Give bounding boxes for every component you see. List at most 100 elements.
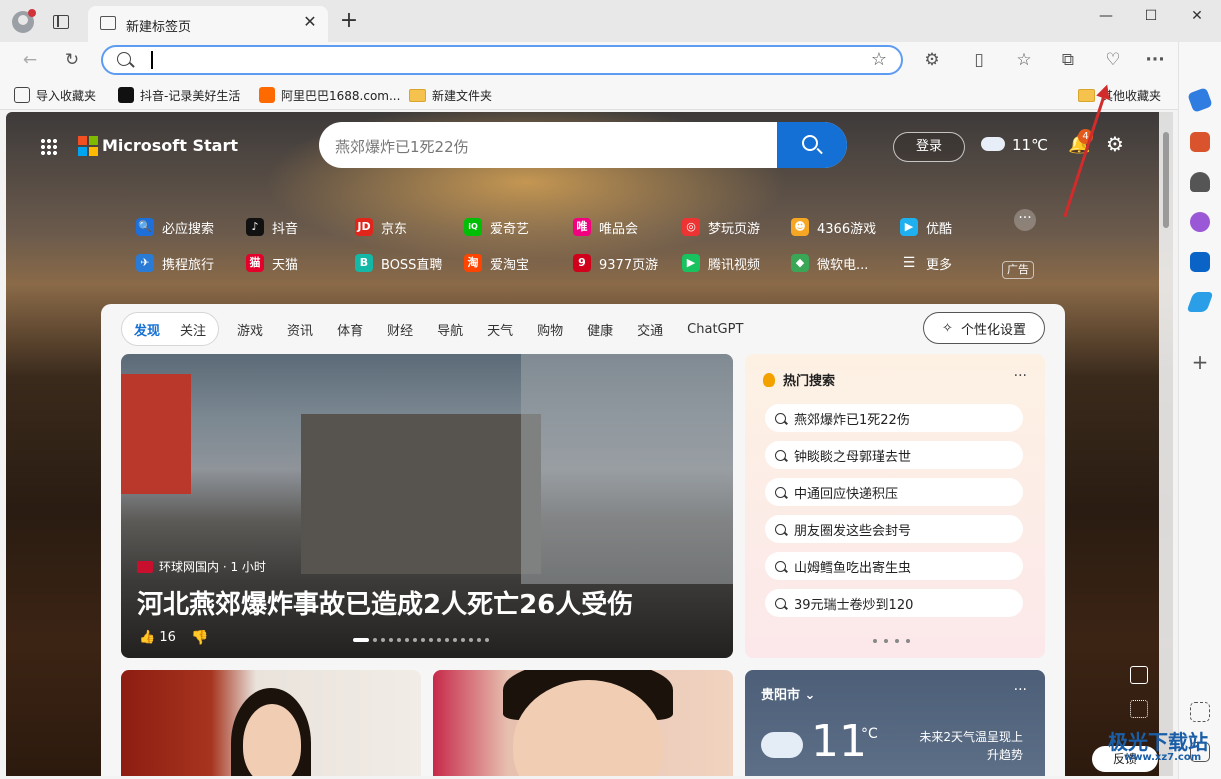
quicklinks-more-button[interactable]: ··· <box>1014 209 1036 231</box>
dislike-button[interactable]: 👎 <box>191 630 208 646</box>
quicklink-4366[interactable]: ☻ 4366游戏 <box>791 216 876 238</box>
carousel-dot[interactable] <box>437 638 441 642</box>
extensions-icon[interactable]: ⚙ <box>920 48 944 72</box>
carousel-dot[interactable] <box>461 638 465 642</box>
bookmark-douyin[interactable]: 抖音-记录美好生活 <box>118 86 240 104</box>
quicklink-jd[interactable]: JD 京东 <box>355 216 407 238</box>
send-icon[interactable] <box>1186 292 1214 312</box>
tab-discover[interactable]: 发现 <box>134 320 160 339</box>
quicklink-iqiyi[interactable]: iQ 爱奇艺 <box>464 216 529 238</box>
hero-news-card[interactable]: 环球网国内 · 1 小时 河北燕郊爆炸事故已造成2人死亡26人受伤 👍 16 👎 <box>121 354 733 658</box>
carousel-dot[interactable] <box>353 638 369 642</box>
collections-icon[interactable]: ⧉ <box>1056 48 1080 72</box>
add-icon[interactable]: + <box>1190 352 1210 372</box>
tab-close-icon[interactable]: ✕ <box>300 12 320 32</box>
carousel-dot[interactable] <box>405 638 409 642</box>
quicklink-mengwan[interactable]: ◎ 梦玩页游 <box>682 216 760 238</box>
search-button[interactable] <box>777 122 847 168</box>
quicklink-tencent-video[interactable]: ▶ 腾讯视频 <box>682 252 760 274</box>
bookmark-alibaba[interactable]: 阿里巴巴1688.com... <box>259 86 400 104</box>
quicklink-microsoft-pc[interactable]: ◆ 微软电... <box>791 252 868 274</box>
quicklink-9377[interactable]: 9 9377页游 <box>573 252 658 274</box>
new-tab-button[interactable]: + <box>338 10 360 33</box>
hot-search-item[interactable]: 39元瑞士卷炒到120 <box>765 589 1023 617</box>
hot-search-more-button[interactable]: ··· <box>1014 368 1027 384</box>
carousel-dot[interactable] <box>485 638 489 642</box>
brand-title[interactable]: Microsoft Start <box>102 136 238 155</box>
wallpaper-icon[interactable] <box>1130 666 1148 684</box>
carousel-dot[interactable] <box>477 638 481 642</box>
quicklink-youku[interactable]: ▶ 优酷 <box>900 216 952 238</box>
carousel-dot[interactable] <box>381 638 385 642</box>
maximize-button[interactable]: ☐ <box>1136 6 1166 26</box>
tab-games[interactable]: 游戏 <box>237 320 263 339</box>
web-search-box[interactable]: 燕郊爆炸已1死22伤 <box>319 122 847 168</box>
tab-chatgpt[interactable]: ChatGPT <box>687 322 743 337</box>
tag-icon[interactable] <box>1187 87 1213 113</box>
tab-shopping[interactable]: 购物 <box>537 320 563 339</box>
carousel-dot[interactable] <box>429 638 433 642</box>
hot-search-item[interactable]: 山姆鳕鱼吃出寄生虫 <box>765 552 1023 580</box>
bookmark-import[interactable]: 导入收藏夹 <box>14 86 96 104</box>
tab-actions-icon[interactable] <box>53 15 69 29</box>
split-screen-icon[interactable]: ▯ <box>967 48 991 72</box>
news-card[interactable] <box>121 670 421 776</box>
quicklink-bing[interactable]: 🔍 必应搜索 <box>136 216 214 238</box>
hot-search-pager[interactable] <box>873 639 910 643</box>
news-card[interactable] <box>433 670 733 776</box>
screenshot-icon[interactable] <box>1190 702 1210 722</box>
carousel-dot[interactable] <box>421 638 425 642</box>
bookmark-other-favorites[interactable]: 其他收藏夹 <box>1078 86 1161 104</box>
like-button[interactable]: 👍 16 <box>139 630 176 645</box>
quicklink-tmall[interactable]: 猫 天猫 <box>246 252 298 274</box>
search-suggestion[interactable]: 燕郊爆炸已1死22伤 <box>335 136 469 157</box>
favorite-star-icon[interactable]: ☆ <box>871 49 887 70</box>
page-scrollbar[interactable] <box>1159 112 1173 776</box>
hero-headline[interactable]: 河北燕郊爆炸事故已造成2人死亡26人受伤 <box>137 584 633 621</box>
personalize-button[interactable]: ✧ 个性化设置 <box>923 312 1045 344</box>
tab-new[interactable]: 新建标签页 ✕ <box>88 6 328 42</box>
carousel-dot[interactable] <box>413 638 417 642</box>
hot-search-item[interactable]: 钟睒睒之母郭瑾去世 <box>765 441 1023 469</box>
quicklink-vip[interactable]: 唯 唯品会 <box>573 216 638 238</box>
refresh-button[interactable]: ↻ <box>60 48 84 72</box>
tab-finance[interactable]: 财经 <box>387 320 413 339</box>
browser-essentials-icon[interactable]: ♡ <box>1101 48 1125 72</box>
outlook-icon[interactable] <box>1190 252 1210 272</box>
games-icon[interactable] <box>1190 172 1210 192</box>
tab-navigation[interactable]: 导航 <box>437 320 463 339</box>
tab-news[interactable]: 资讯 <box>287 320 313 339</box>
hot-search-item[interactable]: 燕郊爆炸已1死22伤 <box>765 404 1023 432</box>
quicklink-ctrip[interactable]: ✈ 携程旅行 <box>136 252 214 274</box>
address-bar[interactable]: ☆ <box>101 45 903 75</box>
tab-sports[interactable]: 体育 <box>337 320 363 339</box>
tab-weather[interactable]: 天气 <box>487 320 513 339</box>
quicklink-boss[interactable]: B BOSS直聘 <box>355 252 442 274</box>
hot-search-item[interactable]: 中通回应快递积压 <box>765 478 1023 506</box>
weather-temperature[interactable]: 11℃ <box>1012 136 1048 154</box>
hot-search-item[interactable]: 朋友圈发这些会封号 <box>765 515 1023 543</box>
tab-follow[interactable]: 关注 <box>180 320 206 339</box>
carousel-dot[interactable] <box>397 638 401 642</box>
carousel-dot[interactable] <box>469 638 473 642</box>
tab-health[interactable]: 健康 <box>587 320 613 339</box>
quicklink-douyin[interactable]: ♪ 抖音 <box>246 216 298 238</box>
login-button[interactable]: 登录 <box>893 132 965 162</box>
back-button[interactable]: ← <box>18 48 42 72</box>
weather-more-button[interactable]: ··· <box>1014 682 1027 698</box>
carousel-dot[interactable] <box>373 638 377 642</box>
weather-cloud-icon[interactable] <box>981 137 1005 151</box>
scrollbar-thumb[interactable] <box>1163 132 1169 228</box>
weather-card[interactable]: 贵阳市 ⌄ ··· 11 °C 未来2天气温呈现上升趋势 <box>745 670 1045 776</box>
carousel-dots[interactable] <box>353 636 505 644</box>
settings-more-button[interactable]: ··· <box>1143 48 1167 72</box>
carousel-dot[interactable] <box>389 638 393 642</box>
address-input[interactable] <box>147 50 847 72</box>
carousel-dot[interactable] <box>445 638 449 642</box>
tools-icon[interactable] <box>1190 132 1210 152</box>
minimize-button[interactable]: — <box>1091 6 1121 26</box>
quicklink-more[interactable]: ☰ 更多 <box>900 252 952 274</box>
page-settings-icon[interactable]: ⚙ <box>1106 132 1124 156</box>
apps-grid-icon[interactable] <box>40 138 58 156</box>
favorites-icon[interactable]: ☆ <box>1012 48 1036 72</box>
